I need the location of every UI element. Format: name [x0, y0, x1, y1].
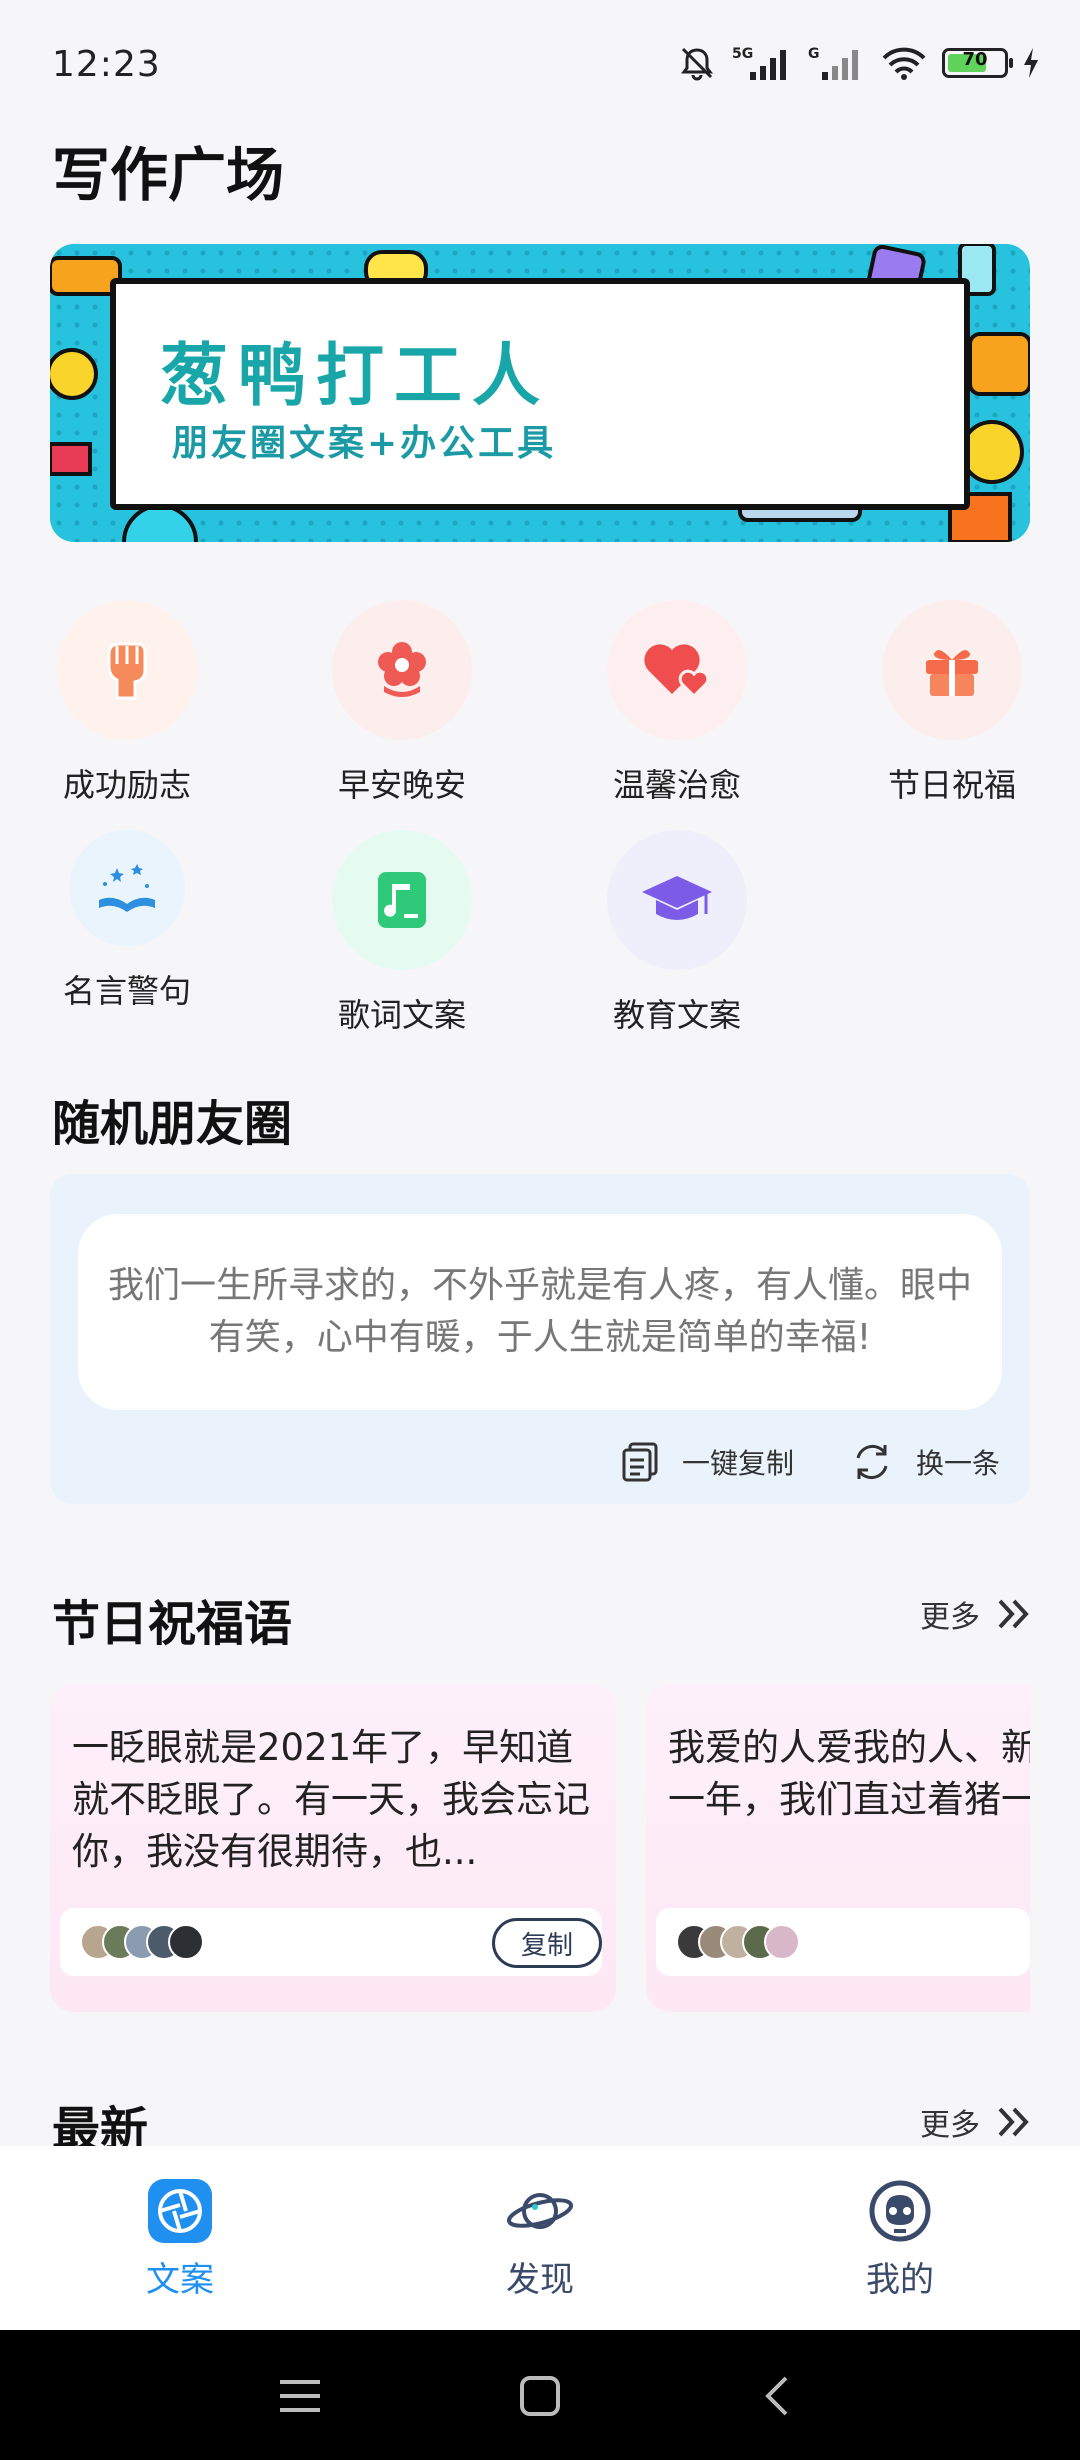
- refresh-icon: [856, 1444, 888, 1480]
- avatar: [764, 1924, 800, 1960]
- copy-icon: [622, 1442, 658, 1482]
- category-label: 歌词文案: [337, 996, 466, 1034]
- nav-tab-me[interactable]: 我的: [800, 2176, 1000, 2301]
- copy-all-button[interactable]: 一键复制: [622, 1442, 794, 1482]
- refresh-label: 换一条: [915, 1447, 1000, 1480]
- holiday-more-link[interactable]: 更多: [920, 1592, 1030, 1636]
- holiday-card-footer: 复制: [60, 1908, 602, 1976]
- fist-icon: [57, 600, 197, 740]
- robot-face-icon: [865, 2176, 935, 2246]
- random-card: 我们一生所寻求的，不外乎就是有人疼，有人懂。眼中有笑，心中有暖，于人生就是简单的…: [50, 1174, 1030, 1504]
- category-label: 温馨治愈: [612, 766, 741, 804]
- flower-icon: [332, 600, 472, 740]
- nav-tab-discover[interactable]: 发现: [440, 2176, 640, 2301]
- random-text-box: 我们一生所寻求的，不外乎就是有人疼，有人懂。眼中有笑，心中有暖，于人生就是简单的…: [78, 1214, 1002, 1410]
- book-stars-icon: [69, 830, 185, 946]
- charging-bolt-icon: [1024, 48, 1038, 78]
- nav-label: 发现: [506, 2260, 574, 2300]
- menu-icon[interactable]: [278, 2376, 322, 2416]
- system-nav-bar: [0, 2330, 1080, 2460]
- heart-icon: [607, 600, 747, 740]
- refresh-button[interactable]: 换一条: [852, 1442, 1000, 1482]
- bottom-nav: 文案 发现 我的: [0, 2146, 1080, 2330]
- promo-banner[interactable]: 葱鸭打工人 朋友圈文案+办公工具: [50, 244, 1030, 542]
- graduation-cap-icon: [607, 830, 747, 970]
- status-time: 12:23: [52, 44, 161, 85]
- planet-icon: [505, 2176, 575, 2246]
- nav-label: 我的: [866, 2260, 934, 2300]
- network-5g-label: 5G: [732, 46, 753, 62]
- category-holiday[interactable]: 节日祝福: [852, 600, 1052, 806]
- signal-5g-icon: 5G: [732, 46, 786, 80]
- category-label: 早安晚安: [337, 766, 466, 804]
- random-section-title: 随机朋友圈: [52, 1096, 293, 1152]
- category-education[interactable]: 教育文案: [577, 830, 777, 1036]
- wifi-icon: [882, 47, 926, 80]
- category-quotes[interactable]: 名言警句: [27, 830, 227, 1012]
- avatar: [168, 1924, 204, 1960]
- more-label: 更多: [920, 2108, 980, 2143]
- category-label: 成功励志: [62, 766, 191, 804]
- nav-tab-copywriting[interactable]: 文案: [80, 2176, 280, 2301]
- holiday-card[interactable]: 我爱的人爱我的人、新乐。回想这一年，我们直过着猪一样的生活，: [646, 1684, 1030, 2012]
- nav-label: 文案: [146, 2260, 214, 2300]
- random-text: 我们一生所寻求的，不外乎就是有人疼，有人懂。眼中有笑，心中有暖，于人生就是简单的…: [108, 1265, 973, 1358]
- copy-button[interactable]: 复制: [492, 1918, 602, 1968]
- aperture-icon: [145, 2176, 215, 2246]
- holiday-card-text: 一眨眼就是2021年了，早知道就不眨眼了。有一天，我会忘记你，我没有很期待，也.…: [72, 1726, 590, 1873]
- double-chevron-right-icon: [998, 2107, 1029, 2137]
- avatar-group: [80, 1924, 204, 1960]
- holiday-card-text: 我爱的人爱我的人、新乐。回想这一年，我们直过着猪一样的生活，: [668, 1726, 1030, 1821]
- category-label: 节日祝福: [887, 766, 1016, 804]
- category-label: 教育文案: [612, 996, 741, 1034]
- music-note-icon: [332, 830, 472, 970]
- holiday-card[interactable]: 一眨眼就是2021年了，早知道就不眨眼了。有一天，我会忘记你，我没有很期待，也.…: [50, 1684, 616, 2012]
- mute-bell-icon: [681, 47, 713, 81]
- battery-icon: 70: [942, 48, 1013, 78]
- status-bar: 12:23 5G G 70: [0, 0, 1080, 130]
- battery-level: 70: [962, 49, 988, 70]
- banner-title: 葱鸭打工人: [160, 337, 551, 416]
- back-icon[interactable]: [762, 2374, 792, 2418]
- category-success[interactable]: 成功励志: [27, 600, 227, 806]
- category-lyrics[interactable]: 歌词文案: [302, 830, 502, 1036]
- category-healing[interactable]: 温馨治愈: [577, 600, 777, 806]
- copy-all-label: 一键复制: [681, 1447, 794, 1480]
- status-icons: 5G G 70: [678, 44, 1040, 82]
- banner-subtitle: 朋友圈文案+办公工具: [172, 423, 557, 464]
- signal-g-icon: G: [808, 46, 858, 80]
- gift-icon: [882, 600, 1022, 740]
- holiday-card-footer: [656, 1908, 1030, 1976]
- avatar-group: [676, 1924, 800, 1960]
- network-g-label: G: [808, 46, 820, 62]
- double-chevron-right-icon: [998, 1599, 1029, 1629]
- category-greetings[interactable]: 早安晚安: [302, 600, 502, 806]
- holiday-section-title: 节日祝福语: [52, 1596, 293, 1652]
- home-icon[interactable]: [518, 2374, 562, 2418]
- page-title: 写作广场: [52, 141, 285, 209]
- more-label: 更多: [920, 1600, 980, 1635]
- random-actions: 一键复制 换一条: [622, 1442, 1000, 1482]
- latest-more-link[interactable]: 更多: [920, 2100, 1030, 2144]
- category-label: 名言警句: [62, 972, 191, 1010]
